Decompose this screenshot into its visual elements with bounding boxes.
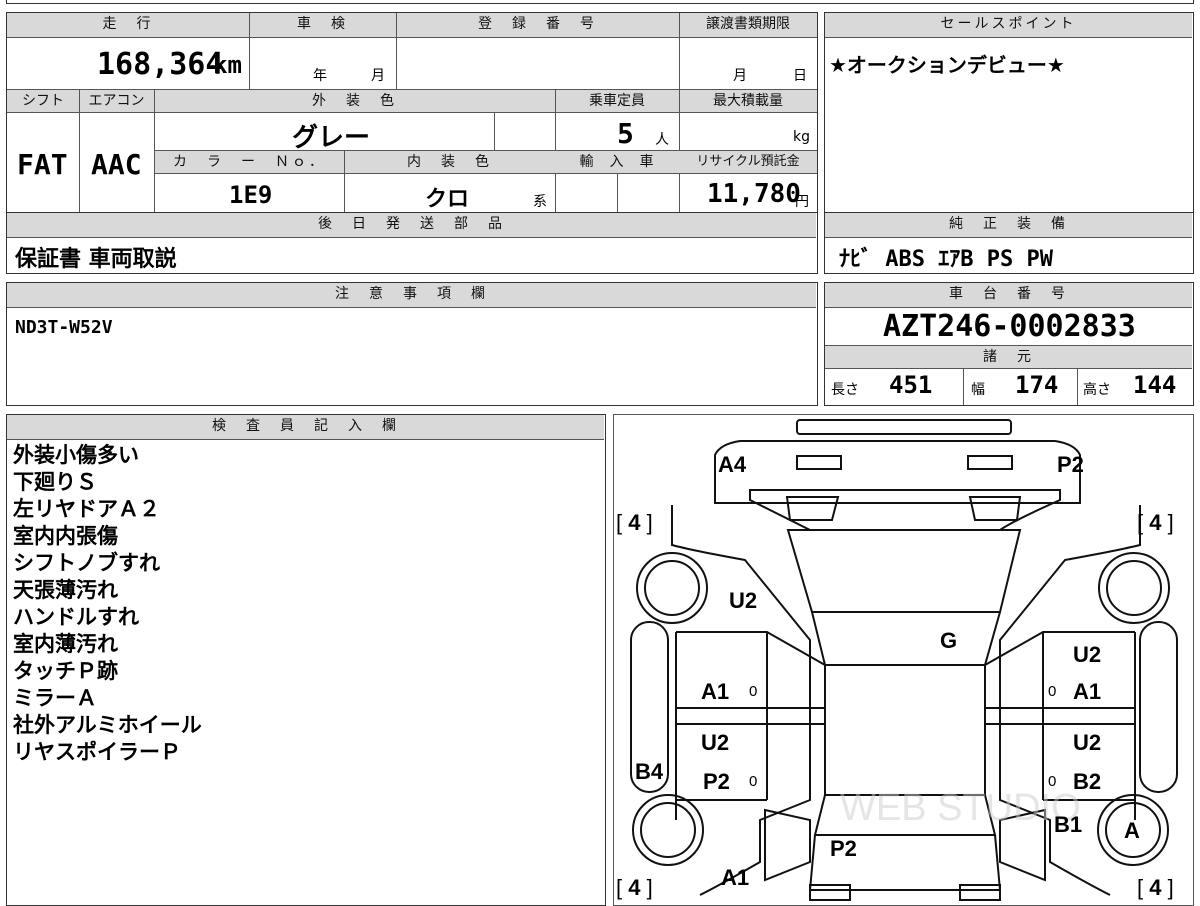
mark-front-right: P2	[1057, 452, 1084, 477]
mark-right-rear-quarter: B1	[1054, 812, 1082, 837]
recycle-fee-label: リサイクル預託金	[679, 151, 817, 173]
specs-label: 諸 元	[825, 346, 1192, 368]
chassis-box: 車 台 番 号 AZT246-0002833 諸 元 長さ 451 幅 174 …	[824, 282, 1194, 406]
inspector-note-line: 下廻りＳ	[13, 470, 97, 494]
tire-mark-bottom-left: [ 4 ]	[616, 875, 653, 900]
length-label: 長さ	[831, 382, 859, 398]
car-diagram-box: WEB STUDIO [ 4 ] [ 4 ] [ 4 ] [ 4 ] A4 P2…	[613, 414, 1194, 906]
mark-right-front-door-a: A1	[1073, 679, 1101, 704]
inspector-notes-box: 検 査 員 記 入 欄 外装小傷多い 下廻りＳ 左リヤドアＡ２ 室内内張傷シフトノブす…	[6, 414, 606, 906]
interior-color-value: クロ	[425, 187, 470, 212]
shift-label: シフト	[7, 90, 79, 112]
tire-mark-bottom-right: [ 4 ]	[1137, 875, 1174, 900]
capacity-unit: 人	[655, 132, 669, 148]
color-no-value: 1E9	[229, 181, 273, 209]
mark-left-front-door: A1	[701, 679, 729, 704]
zero-mark-4: 0	[1048, 773, 1056, 790]
car-diagram: WEB STUDIO [ 4 ] [ 4 ] [ 4 ] [ 4 ] A4 P2…	[616, 418, 1178, 901]
height-label: 高さ	[1083, 382, 1111, 398]
recycle-fee-unit: 円	[795, 194, 809, 210]
genuine-equipment-value: ﾅﾋﾞ ABS ｴｱB PS PW	[839, 247, 1053, 272]
max-load-unit: kg	[793, 129, 810, 145]
inspector-note-line: 社外アルミホイール	[13, 713, 202, 737]
sales-point-box: セールスポイント ★オークションデビュー★	[824, 12, 1194, 214]
mark-right-rear-wheel: A	[1124, 818, 1140, 843]
interior-color-label: 内 装 色	[344, 151, 555, 173]
mileage-unit: km	[213, 51, 242, 79]
mark-windshield: G	[940, 628, 957, 653]
inspector-note-line: 外装小傷多い	[13, 443, 139, 467]
mark-front-left: A4	[718, 452, 747, 477]
inspector-note-line: タッチＰ跡	[13, 659, 118, 683]
mark-left-front-fender: U2	[729, 588, 757, 613]
genuine-equipment-label: 純 正 装 備	[825, 213, 1192, 237]
top-strip	[6, 0, 1194, 4]
mark-right-rear-door-u: U2	[1073, 730, 1101, 755]
inspector-note-line: ミラーＡ	[13, 686, 97, 710]
inspector-notes-label: 検 査 員 記 入 欄	[7, 415, 604, 439]
later-parts-label: 後 日 発 送 部 品	[7, 213, 816, 237]
zero-mark-1: 0	[749, 683, 757, 700]
sales-point-label: セールスポイント	[825, 13, 1192, 37]
inspector-note-line: ハンドルすれ	[13, 605, 139, 629]
mark-left-rear-door-p: P2	[703, 769, 730, 794]
chassis-no-value: AZT246-0002833	[883, 309, 1136, 344]
inspection-label: 車 検	[249, 13, 396, 37]
import-label: 輸 入 車	[555, 151, 679, 173]
registration-label: 登 録 番 号	[396, 13, 679, 37]
mark-trunk: P2	[830, 836, 857, 861]
mileage-value: 168,364	[97, 47, 224, 82]
shift-value: FAT	[17, 148, 68, 181]
interior-suffix: 系	[533, 194, 547, 210]
aircon-value: AAC	[91, 148, 142, 181]
tire-mark-top-left: [ 4 ]	[616, 510, 653, 535]
color-no-label: カ ラ ー Ｎｏ．	[155, 151, 344, 173]
inspector-note-line: 天張薄汚れ	[13, 578, 118, 602]
mark-left-rear-door-u: U2	[701, 730, 729, 755]
notes-value: ND3T-W52V	[15, 317, 113, 338]
exterior-color-label: 外 装 色	[154, 90, 555, 112]
inspector-note-line: シフトノブすれ	[13, 551, 160, 575]
chassis-no-label: 車 台 番 号	[825, 283, 1192, 307]
width-label: 幅	[971, 382, 985, 398]
transfer-day-unit: 日	[793, 68, 807, 84]
mark-right-rear-door-b: B2	[1073, 769, 1101, 794]
inspector-notes-list: 外装小傷多い 下廻りＳ 左リヤドアＡ２ 室内内張傷シフトノブすれ 天張薄汚れハンドルすれ…	[13, 442, 202, 766]
zero-mark-2: 0	[1048, 683, 1056, 700]
notes-label: 注 意 事 項 欄	[7, 283, 816, 307]
exterior-color-value: グレー	[292, 123, 371, 153]
mileage-label: 走 行	[7, 13, 249, 37]
width-value: 174	[1015, 371, 1059, 399]
transfer-month-unit: 月	[733, 68, 747, 84]
inspector-note-line: 室内薄汚れ	[13, 632, 118, 656]
recycle-fee-value: 11,780	[707, 179, 801, 209]
zero-mark-3: 0	[749, 773, 757, 790]
later-parts-value: 保証書 車両取説	[15, 247, 177, 272]
notes-box: 注 意 事 項 欄 ND3T-W52V	[6, 282, 818, 406]
capacity-value: 5	[617, 117, 634, 150]
capacity-label: 乗車定員	[555, 90, 679, 112]
transfer-deadline-label: 譲渡書類期限	[679, 13, 817, 37]
mark-right-front-door-u: U2	[1073, 642, 1101, 667]
height-value: 144	[1133, 371, 1177, 399]
tire-mark-top-right: [ 4 ]	[1137, 510, 1174, 535]
watermark-text: WEB STUDIO	[840, 787, 1081, 829]
genuine-equipment-box: 純 正 装 備 ﾅﾋﾞ ABS ｴｱB PS PW	[824, 212, 1194, 274]
inspector-note-line: 左リヤドアＡ２	[13, 497, 160, 521]
max-load-label: 最大積載量	[679, 90, 817, 112]
inspector-note-line: リヤスポイラーＰ	[13, 740, 181, 764]
length-value: 451	[889, 371, 933, 399]
inspection-month-unit: 月	[371, 68, 385, 84]
mark-left-side-sill: B4	[635, 759, 664, 784]
mark-rear-bumper: A1	[721, 865, 749, 890]
inspection-year-unit: 年	[313, 68, 327, 84]
aircon-label: エアコン	[79, 90, 154, 112]
inspector-note-line: 室内内張傷	[13, 524, 118, 548]
sales-point-value: ★オークションデビュー★	[829, 53, 1065, 77]
later-parts-box: 後 日 発 送 部 品 保証書 車両取説	[6, 212, 818, 274]
vehicle-info-box: 走 行 車 検 登 録 番 号 譲渡書類期限 168,364 km 年 月 月 …	[6, 12, 818, 214]
